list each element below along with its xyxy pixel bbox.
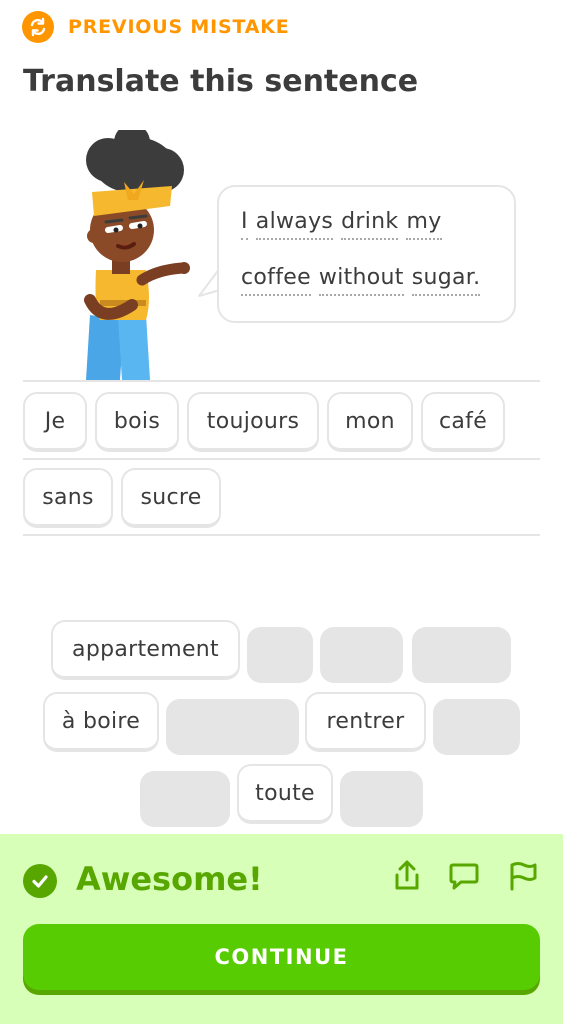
word-bank-tile[interactable]: à boire (43, 692, 159, 752)
answer-line (23, 458, 540, 460)
result-message: Awesome! (76, 860, 263, 898)
word-bank-tile[interactable]: rentrer (305, 692, 426, 752)
answer-tile[interactable]: café (421, 392, 505, 452)
prompt-line-1: I always drink my (241, 209, 442, 240)
word-bank-empty-slot (320, 627, 403, 683)
prompt-word[interactable]: I (241, 209, 248, 240)
flag-icon[interactable] (505, 858, 539, 894)
prompt-word[interactable]: sugar. (411, 265, 481, 296)
word-bank-empty-slot (140, 771, 230, 827)
answer-line (23, 380, 540, 382)
prompt-word[interactable]: without (318, 265, 404, 296)
comment-icon[interactable] (447, 858, 481, 894)
page-title: Translate this sentence (23, 64, 419, 99)
prompt-line-2: coffee without sugar. (241, 265, 481, 296)
prompt-word[interactable]: drink (341, 209, 399, 240)
word-bank-empty-slot (412, 627, 511, 683)
word-bank-empty-slot (166, 699, 299, 755)
word-bank-tile[interactable]: toute (237, 764, 333, 824)
check-icon (23, 864, 57, 898)
answer-tile[interactable]: bois (95, 392, 179, 452)
character-illustration (72, 124, 202, 380)
answer-tile[interactable]: Je (23, 392, 87, 452)
repeat-icon (22, 11, 54, 43)
prompt-word[interactable]: always (255, 209, 334, 240)
feedback-panel: Awesome! CONTINUE (0, 834, 563, 1024)
speech-bubble: I always drink my coffee without sugar. (217, 185, 516, 323)
status-label: PREVIOUS MISTAKE (68, 16, 290, 38)
word-bank-empty-slot (247, 627, 313, 683)
answer-tile[interactable]: sans (23, 468, 113, 528)
answer-tile[interactable]: toujours (187, 392, 319, 452)
share-icon[interactable] (390, 858, 424, 894)
word-bank-tile[interactable]: appartement (51, 620, 240, 680)
prompt-word[interactable]: coffee (241, 265, 311, 296)
answer-tile[interactable]: sucre (121, 468, 221, 528)
word-bank-empty-slot (433, 699, 520, 755)
answer-tile[interactable]: mon (327, 392, 413, 452)
previous-mistake-label: PREVIOUS MISTAKE (22, 11, 290, 43)
answer-line (23, 534, 540, 536)
prompt-word[interactable]: my (406, 209, 442, 240)
word-bank-empty-slot (340, 771, 423, 827)
continue-button[interactable]: CONTINUE (23, 924, 540, 990)
